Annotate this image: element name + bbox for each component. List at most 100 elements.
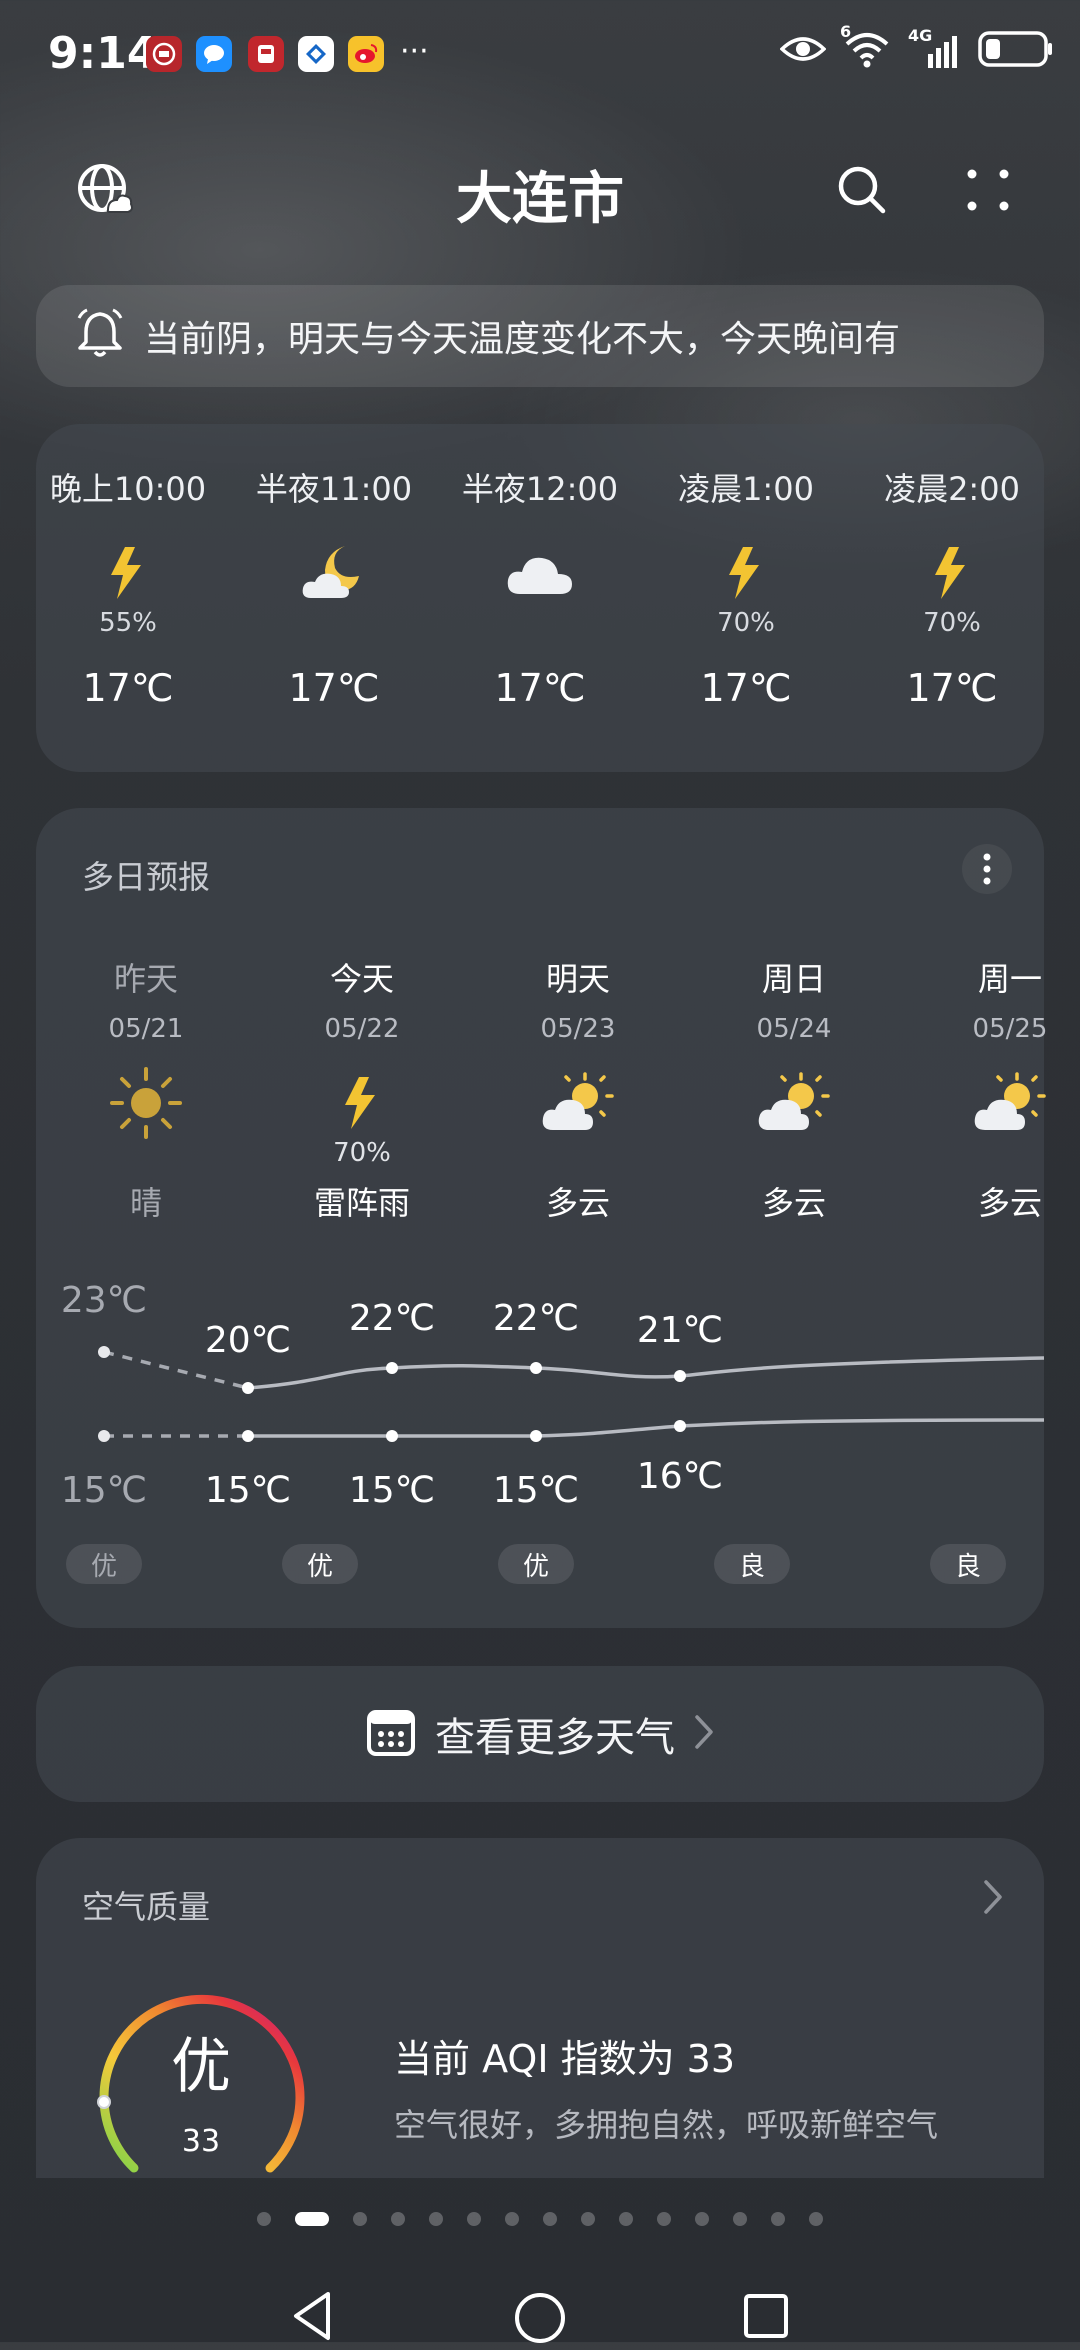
search-button[interactable] xyxy=(822,150,902,230)
low-temp-label: 16℃ xyxy=(636,1456,724,1497)
day-column[interactable]: 周日 05/24 多云 xyxy=(714,954,874,1224)
low-temp-point xyxy=(98,1430,110,1442)
aqi-chip: 优 xyxy=(282,1544,358,1584)
day-date: 05/22 xyxy=(324,1014,400,1044)
day-column[interactable]: 今天 05/22 70% 雷阵雨 xyxy=(282,954,442,1224)
day-name: 周日 xyxy=(761,960,826,998)
hourly-item: 晚上10:00 55% 17℃ xyxy=(28,464,228,710)
air-quality-card[interactable]: 空气质量 优 33 当前 AQI 指数为 33 空气很好，多拥抱自然，呼吸新鲜空… xyxy=(36,1838,1044,2178)
day-name: 昨天 xyxy=(113,960,178,998)
thunder-icon xyxy=(282,1068,442,1138)
wifi-icon: 6 xyxy=(840,22,890,72)
daily-menu-button[interactable] xyxy=(962,844,1012,894)
navigation-bar xyxy=(0,2260,1080,2344)
page-dot[interactable] xyxy=(467,2212,481,2226)
day-condition: 多云 xyxy=(977,1184,1042,1222)
precip-chance: 70% xyxy=(923,608,981,638)
page-dot[interactable] xyxy=(505,2212,519,2226)
precip-chance xyxy=(234,608,434,638)
hourly-forecast-card[interactable]: 晚上10:00 55% 17℃ 半夜11:00 17℃ 半夜12:00 17℃ … xyxy=(36,424,1044,772)
chevron-right-icon[interactable] xyxy=(982,1878,1004,1920)
low-temp-label: 15℃ xyxy=(60,1470,148,1511)
hour-temp: 17℃ xyxy=(494,666,586,710)
page-dot[interactable] xyxy=(257,2212,271,2226)
low-temp-label: 15℃ xyxy=(348,1470,436,1511)
partly-cloudy-icon xyxy=(498,1068,658,1138)
high-temp-label: 20℃ xyxy=(204,1320,292,1361)
weather-alert-banner[interactable]: 当前阴，明天与今天温度变化不大，今天晚间有 xyxy=(36,285,1044,387)
high-temp-point xyxy=(98,1346,110,1358)
high-temp-point xyxy=(242,1382,254,1394)
home-icon[interactable] xyxy=(512,2290,568,2350)
day-condition: 雷阵雨 xyxy=(313,1184,410,1222)
page-dot[interactable] xyxy=(543,2212,557,2226)
city-title[interactable]: 大连市 xyxy=(0,154,1080,235)
page-dot[interactable] xyxy=(391,2212,405,2226)
sun-icon xyxy=(66,1067,226,1139)
thunder-icon xyxy=(852,538,1052,608)
day-condition: 晴 xyxy=(129,1184,162,1222)
hour-label: 凌晨1:00 xyxy=(678,470,814,508)
page-dot[interactable] xyxy=(353,2212,367,2226)
cloud-icon xyxy=(440,538,640,608)
high-temp-label: 22℃ xyxy=(492,1298,580,1339)
more-weather-label: 查看更多天气 xyxy=(435,1715,675,1761)
page-dot[interactable] xyxy=(295,2212,329,2226)
daily-forecast-title: 多日预报 xyxy=(82,858,211,896)
aqi-chip: 良 xyxy=(714,1544,790,1584)
page-indicator[interactable] xyxy=(0,2212,1080,2226)
high-temp-label: 21℃ xyxy=(636,1310,724,1351)
hourly-item: 凌晨2:00 70% 17℃ xyxy=(852,464,1052,710)
day-name: 今天 xyxy=(329,960,394,998)
calendar-icon xyxy=(365,1706,417,1762)
low-temp-label: 15℃ xyxy=(204,1470,292,1511)
recents-icon[interactable] xyxy=(742,2292,790,2344)
page-dot[interactable] xyxy=(429,2212,443,2226)
page-dot[interactable] xyxy=(809,2212,823,2226)
more-dots-icon xyxy=(967,169,1009,211)
hour-temp: 17℃ xyxy=(700,666,792,710)
eye-icon xyxy=(779,33,827,69)
page-dot[interactable] xyxy=(657,2212,671,2226)
status-bar: 9:14 ··· 6 4G xyxy=(0,0,1080,110)
more-options-button[interactable] xyxy=(948,150,1028,230)
day-column[interactable]: 明天 05/23 多云 xyxy=(498,954,658,1224)
4g-signal-icon: 4G xyxy=(908,26,960,70)
high-temp-point xyxy=(674,1370,686,1382)
precip-chance xyxy=(440,608,640,638)
aqi-headline: 当前 AQI 指数为 33 xyxy=(394,2037,736,2081)
hourly-item: 凌晨1:00 70% 17℃ xyxy=(646,464,846,710)
high-temp-label: 23℃ xyxy=(60,1280,148,1321)
day-condition: 多云 xyxy=(761,1184,826,1222)
thunder-icon xyxy=(28,538,228,608)
day-column[interactable]: 昨天 05/21 晴 xyxy=(66,954,226,1224)
low-temp-label: 15℃ xyxy=(492,1470,580,1511)
page-dot[interactable] xyxy=(619,2212,633,2226)
day-date: 05/21 xyxy=(108,1014,184,1044)
high-temp-label: 22℃ xyxy=(348,1298,436,1339)
more-weather-button[interactable]: 查看更多天气 xyxy=(36,1666,1044,1802)
hour-label: 半夜12:00 xyxy=(461,470,619,508)
day-name: 周一 xyxy=(977,960,1042,998)
day-name: 明天 xyxy=(545,960,610,998)
railway-app-icon xyxy=(248,36,284,72)
aqi-chip: 优 xyxy=(66,1544,142,1584)
system-indicators: 6 4G xyxy=(779,22,1054,72)
status-time: 9:14 xyxy=(48,28,158,79)
page-dot[interactable] xyxy=(695,2212,709,2226)
page-dot[interactable] xyxy=(733,2212,747,2226)
weibo-app-icon xyxy=(348,36,384,72)
message-app-icon xyxy=(196,36,232,72)
hourly-item: 半夜11:00 17℃ xyxy=(234,464,434,710)
partly-cloudy-icon xyxy=(930,1068,1080,1138)
battery-icon xyxy=(978,30,1054,72)
day-column[interactable]: 周一 05/25 多云 xyxy=(930,954,1080,1224)
hour-label: 晚上10:00 xyxy=(49,470,207,508)
page-dot[interactable] xyxy=(771,2212,785,2226)
high-temp-point xyxy=(386,1362,398,1374)
page-dot[interactable] xyxy=(581,2212,595,2226)
wifi-badge: 6 xyxy=(840,22,852,41)
precip-chance: 70% xyxy=(717,608,775,638)
daily-forecast-card[interactable]: 多日预报 昨天 05/21 晴 今天 05/22 70% 雷阵雨 明天 05/2… xyxy=(36,808,1047,1628)
back-icon[interactable] xyxy=(290,2290,334,2346)
